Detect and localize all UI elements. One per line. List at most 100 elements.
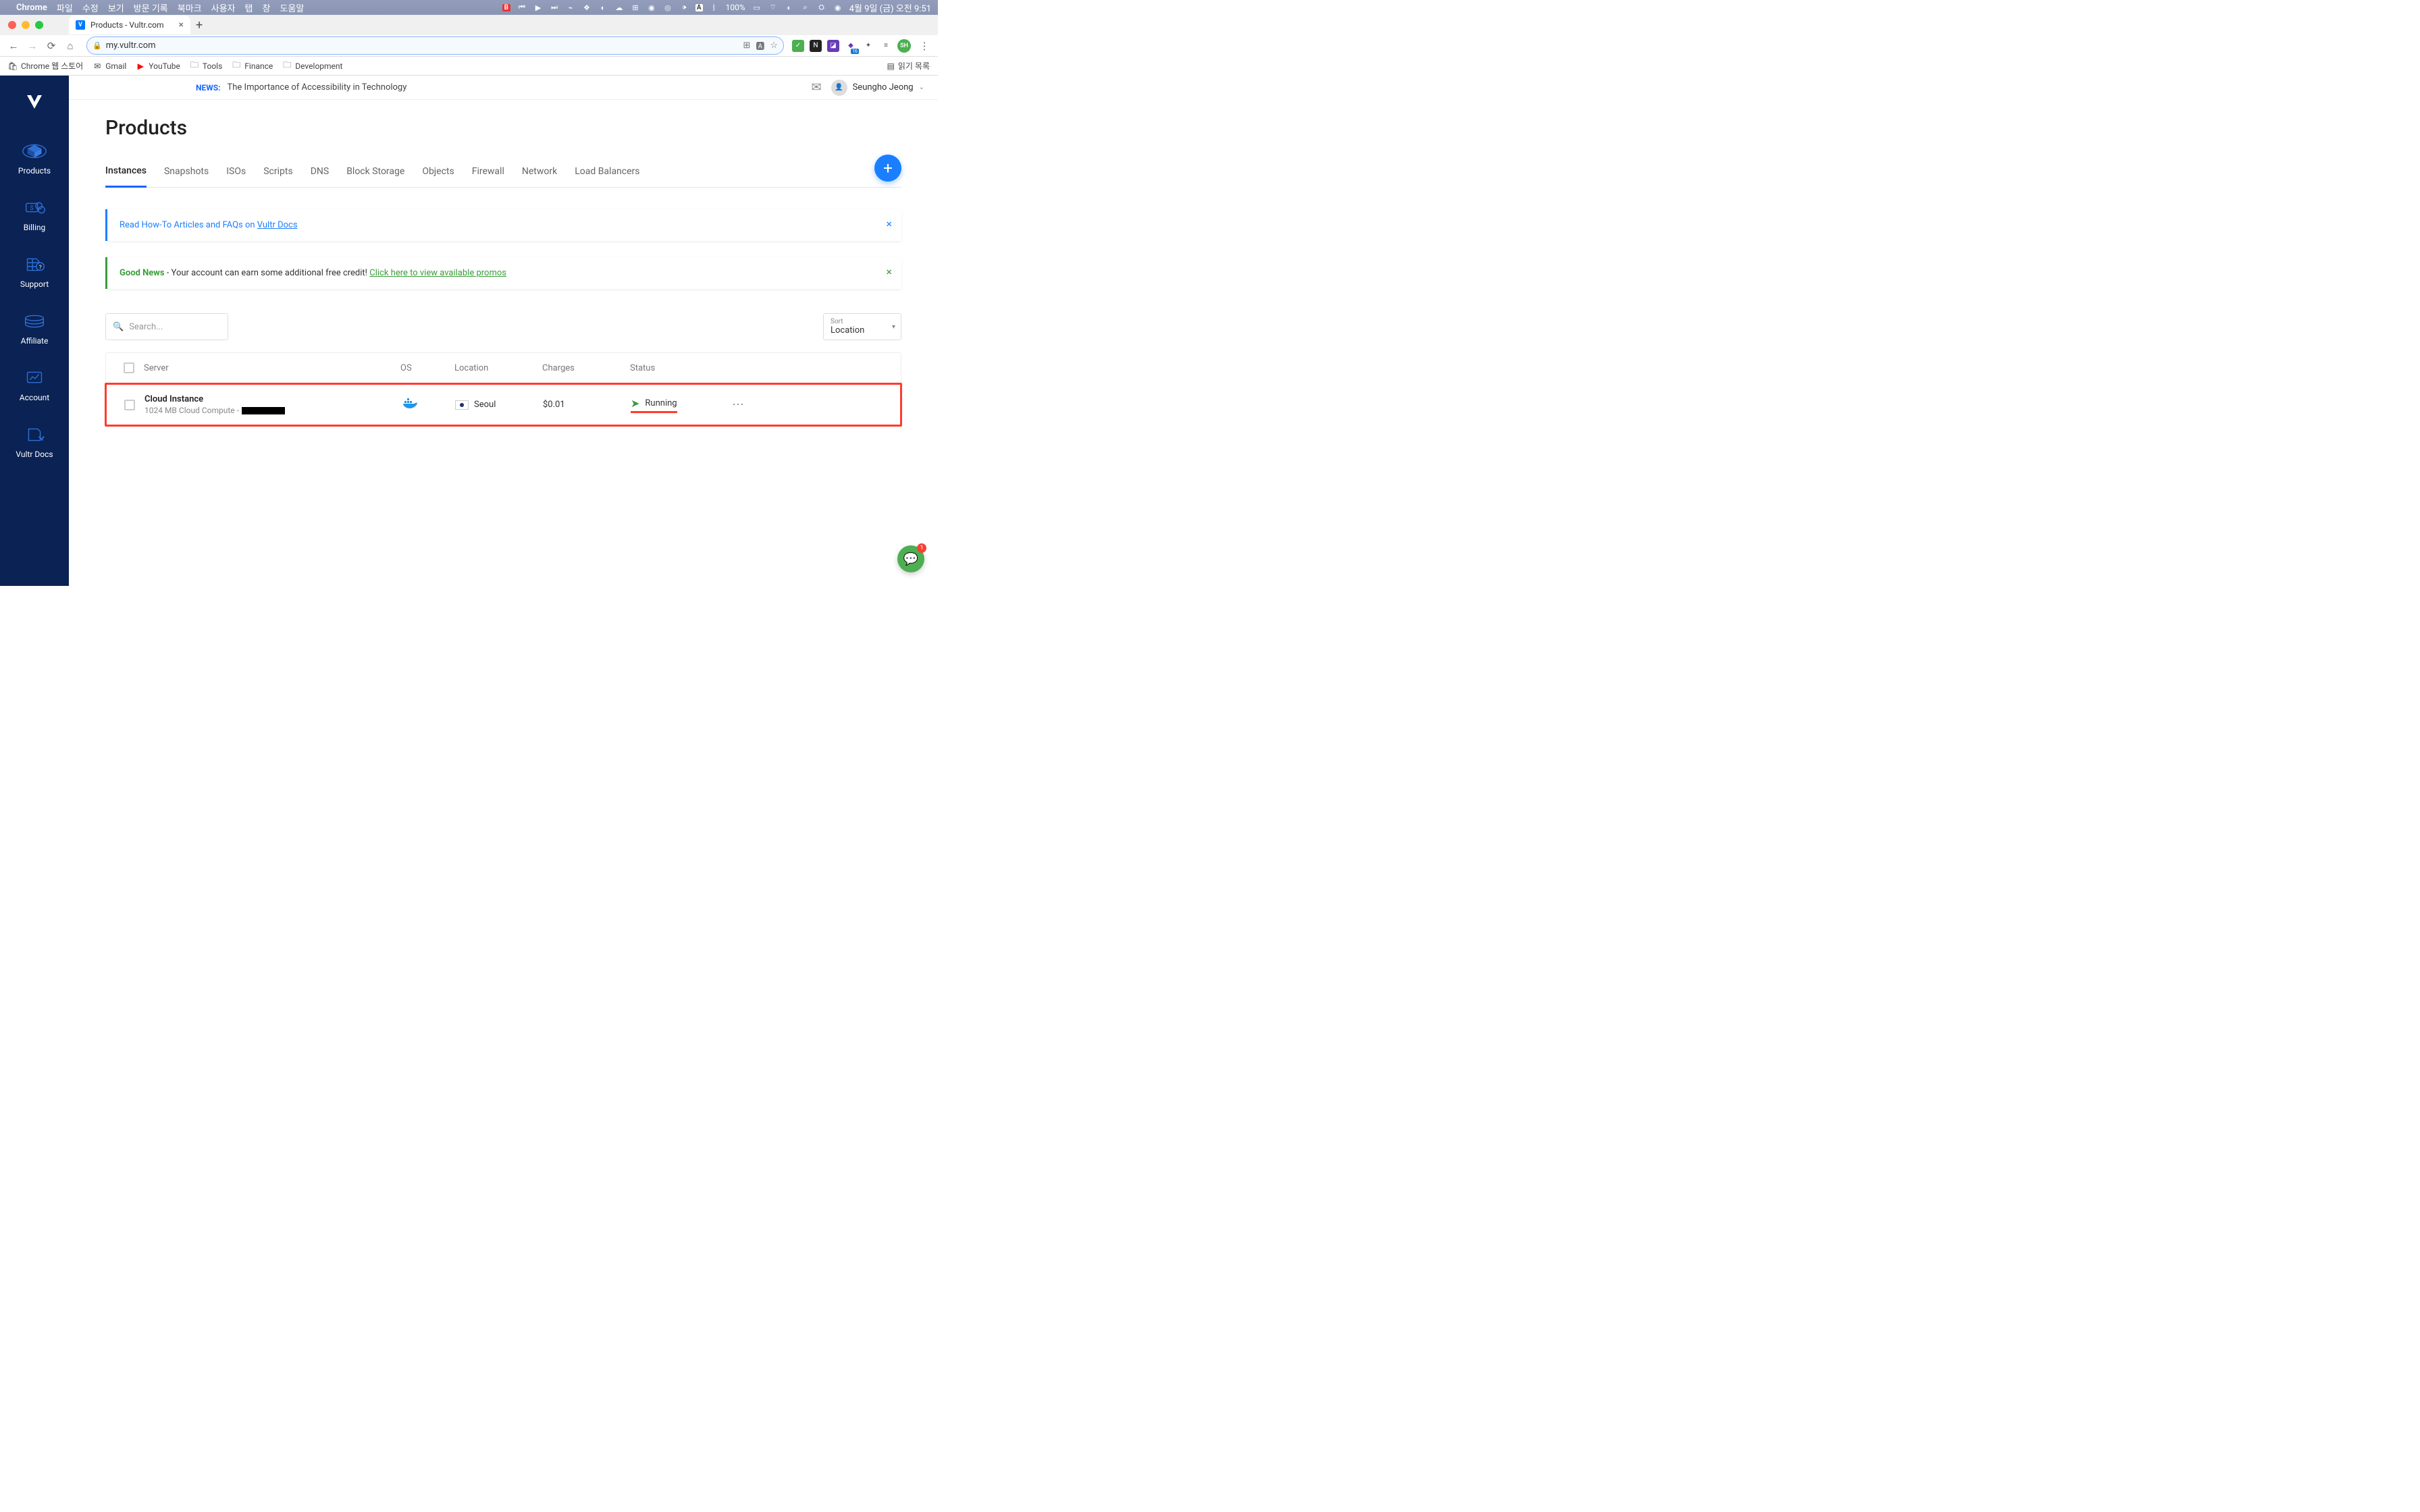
sidebar-item-docs[interactable]: Vultr Docs [0, 416, 69, 467]
ext-icon-2[interactable]: N [810, 40, 822, 52]
tab-isos[interactable]: ISOs [226, 159, 246, 186]
redacted-ip [242, 407, 285, 414]
sort-dropdown[interactable]: Sort Location ▾ [823, 313, 901, 340]
window-minimize-button[interactable] [22, 21, 30, 29]
vultr-docs-link[interactable]: Vultr Docs [257, 220, 298, 230]
tab-network[interactable]: Network [522, 159, 557, 186]
menu-bookmarks[interactable]: 북마크 [178, 1, 202, 14]
window-maximize-button[interactable] [35, 21, 43, 29]
sidebar-item-account[interactable]: Account [0, 359, 69, 410]
ext-icon-5[interactable]: ≡ [880, 40, 892, 52]
status-icon-2[interactable]: ❖ [582, 3, 591, 12]
alert-docs-close-button[interactable]: × [886, 217, 892, 230]
sidebar-item-support[interactable]: ? Support [0, 246, 69, 297]
ext-icon-3[interactable]: ◪ [827, 40, 839, 52]
topbar: NEWS: The Importance of Accessibility in… [69, 76, 938, 100]
tab-scripts[interactable]: Scripts [263, 159, 292, 186]
ext-icon-4[interactable]: ◆16 [845, 40, 857, 52]
search-input[interactable]: 🔍 Search... [105, 313, 228, 340]
tab-firewall[interactable]: Firewall [472, 159, 504, 186]
extensions-button[interactable]: ✦ [862, 40, 874, 52]
menu-user[interactable]: 사용자 [211, 1, 236, 14]
chrome-menu-button[interactable]: ⋮ [916, 38, 932, 54]
status-icon-3[interactable]: ◐ [598, 3, 608, 12]
bookmark-tools[interactable]: 🗀 Tools [190, 61, 222, 71]
media-play-icon[interactable]: ▶ [533, 3, 543, 12]
table-row[interactable]: Cloud Instance 1024 MB Cloud Compute - S… [105, 383, 902, 427]
menu-history[interactable]: 방문 기록 [134, 1, 168, 14]
siri-icon[interactable]: ◉ [833, 3, 843, 12]
window-close-button[interactable] [8, 21, 16, 29]
bookmark-development[interactable]: 🗀 Development [282, 61, 342, 71]
page-title: Products [105, 116, 901, 140]
circle-icon[interactable]: ◉ [647, 3, 656, 12]
menu-window[interactable]: 창 [263, 1, 271, 14]
address-bar[interactable]: 🔒 my.vultr.com ⊞ 🅰 ☆ [86, 36, 784, 55]
wifi-icon[interactable]: ⌔ [768, 3, 778, 12]
sidebar-item-products[interactable]: Products [0, 132, 69, 184]
tab-instances[interactable]: Instances [105, 159, 147, 188]
bookmark-youtube[interactable]: ▶ YouTube [136, 61, 180, 71]
input-source-icon[interactable]: A [695, 4, 703, 11]
home-button[interactable]: ⌂ [62, 38, 78, 54]
user-menu[interactable]: 👤 Seungho Jeong ⌄ [831, 80, 924, 96]
tab-title: Products - Vultr.com [90, 20, 164, 30]
alert-goodnews-close-button[interactable]: × [886, 265, 892, 278]
bookmark-finance[interactable]: 🗀 Finance [232, 61, 273, 71]
running-icon: ➤ [631, 397, 639, 410]
menu-file[interactable]: 파일 [57, 1, 73, 14]
control-center-icon[interactable]: ⛭ [817, 3, 826, 12]
spotlight-dim-icon[interactable]: ◐ [785, 3, 794, 12]
menubar-datetime[interactable]: 4월 9일 (금) 오전 9:51 [849, 1, 931, 14]
target-icon[interactable]: ◎ [663, 3, 673, 12]
battery-percent[interactable]: 100% [726, 3, 745, 12]
th-server: Server [140, 363, 396, 373]
media-next-icon[interactable]: ⏭ [550, 3, 559, 12]
new-tab-button[interactable]: + [196, 18, 203, 32]
reading-list-button[interactable]: ▤ 읽기 목록 [887, 60, 930, 72]
tab-dns[interactable]: DNS [311, 159, 330, 186]
tab-block-storage[interactable]: Block Storage [346, 159, 404, 186]
mail-icon[interactable]: ✉ [811, 80, 821, 94]
grid-icon[interactable]: ⊞ [631, 3, 640, 12]
media-prev-icon[interactable]: ⏮ [517, 3, 527, 12]
status-icon-1[interactable]: ⌁ [566, 3, 575, 12]
docs-icon [21, 424, 48, 446]
gtranslate-icon[interactable]: ⊞ [743, 40, 750, 51]
translate-icon[interactable]: 🅰 [756, 39, 764, 52]
add-instance-button[interactable]: + [874, 155, 901, 182]
row-actions-button[interactable]: ⋯ [728, 398, 755, 412]
vultr-logo[interactable] [22, 89, 47, 113]
tab-snapshots[interactable]: Snapshots [164, 159, 209, 186]
select-all-checkbox[interactable] [124, 362, 134, 373]
sidebar-item-affiliate[interactable]: Affiliate [0, 302, 69, 354]
bookmark-webstore[interactable]: 🛍 Chrome 웹 스토어 [8, 60, 83, 72]
browser-tab[interactable]: V Products - Vultr.com × [69, 16, 190, 34]
news-headline[interactable]: The Importance of Accessibility in Techn… [228, 82, 407, 92]
menubar-app-name[interactable]: Chrome [16, 3, 47, 13]
sidebar-item-billing[interactable]: $ Billing [0, 189, 69, 240]
tab-close-button[interactable]: × [179, 20, 184, 30]
star-icon[interactable]: ☆ [770, 40, 778, 51]
menu-edit[interactable]: 수정 [82, 1, 99, 14]
bluetooth-icon[interactable]: ᛒ [710, 3, 719, 12]
status-b-icon[interactable]: B [502, 4, 510, 11]
ext-icon-1[interactable]: ✓ [792, 40, 804, 52]
menu-tab[interactable]: 탭 [245, 1, 253, 14]
battery-icon[interactable]: ▭ [752, 3, 762, 12]
row-checkbox[interactable] [124, 400, 135, 410]
cloud-icon[interactable]: ☁ [614, 3, 624, 12]
menu-view[interactable]: 보기 [108, 1, 124, 14]
back-button[interactable]: ← [5, 38, 22, 54]
tab-objects[interactable]: Objects [422, 159, 454, 186]
tab-load-balancers[interactable]: Load Balancers [575, 159, 639, 186]
reload-button[interactable]: ⟳ [43, 38, 59, 54]
promos-link[interactable]: Click here to view available promos [369, 268, 506, 278]
menu-help[interactable]: 도움말 [280, 1, 304, 14]
profile-avatar[interactable]: SH [897, 39, 911, 53]
bookmark-gmail[interactable]: ✉ Gmail [93, 61, 126, 71]
user-name: Seungho Jeong [853, 82, 914, 92]
search-icon[interactable]: ⌕ [801, 3, 810, 12]
chat-button[interactable]: 💬 1 [897, 545, 924, 572]
volume-icon[interactable]: 🕩 [679, 3, 689, 12]
